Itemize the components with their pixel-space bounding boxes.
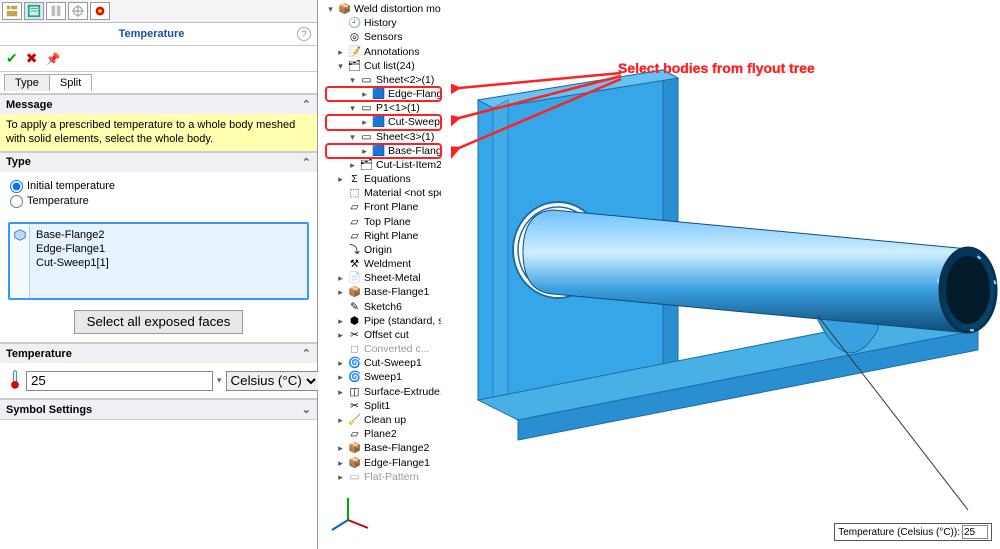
tree-front-plane[interactable]: ▱Front Plane [326, 200, 441, 214]
message-header-label: Message [6, 99, 52, 111]
tree-pipe[interactable]: ▸⬢Pipe (standard, s40) P... [326, 314, 441, 328]
property-manager-panel: Temperature ? ✔ ✖ 📌 Type Split Message ⌃… [0, 0, 318, 549]
graphics-viewport[interactable]: ▾📦Weld distortion model (pi... 🕘History … [318, 0, 1000, 549]
tree-equations[interactable]: ▸ΣEquations [326, 172, 441, 186]
temperature-section: Temperature ⌃ ▾ Celsius (°C) [0, 343, 317, 399]
tree-surface-extrude1[interactable]: ▸◫Surface-Extrude1 [326, 385, 441, 399]
tree-flat-pattern[interactable]: ▸▭Flat-Pattern [326, 470, 441, 484]
chevron-down-icon: ⌄ [302, 403, 311, 416]
select-all-exposed-faces-button[interactable]: Select all exposed faces [74, 310, 244, 334]
tree-plane2[interactable]: ▱Plane2 [326, 427, 441, 441]
tab-feature-tree-icon[interactable] [2, 2, 22, 20]
thermometer-icon [8, 369, 22, 392]
tab-type[interactable]: Type [4, 74, 50, 91]
panel-title-row: Temperature ? [0, 23, 317, 46]
chevron-up-icon: ⌃ [302, 347, 311, 360]
tab-split[interactable]: Split [49, 74, 92, 91]
temperature-unit-select[interactable]: Celsius (°C) [226, 371, 320, 391]
tree-cleanup[interactable]: ▸🧹Clean up [326, 413, 441, 427]
tree-cutlist[interactable]: ▾🗂Cut list(24) [326, 59, 441, 73]
type-header-label: Type [6, 156, 31, 168]
tree-sensors[interactable]: ◎Sensors [326, 30, 441, 44]
callout-label: Temperature (Celsius (°C)): [838, 527, 960, 538]
annotation-text: Select bodies from flyout tree [618, 60, 815, 76]
tree-weldment[interactable]: ⚒Weldment [326, 257, 441, 271]
tree-sheet2[interactable]: ▾▭Sheet<2>(1) [326, 73, 441, 87]
message-section: Message ⌃ To apply a prescribed temperat… [0, 94, 317, 152]
flyout-feature-tree[interactable]: ▾📦Weld distortion model (pi... 🕘History … [326, 2, 441, 484]
tree-top-plane[interactable]: ▱Top Plane [326, 215, 441, 229]
tree-p1[interactable]: ▾▭P1<1>(1) [326, 101, 441, 115]
tree-cut-sweep1[interactable]: ▸🟦Cut-Sweep1[... [326, 115, 441, 129]
tree-split1[interactable]: ✂Split1 [326, 399, 441, 413]
symbol-settings-header[interactable]: Symbol Settings ⌄ [0, 400, 317, 419]
radio-initial-temperature-input[interactable] [10, 180, 23, 193]
tree-cut-list-item2[interactable]: ▸🗂Cut-List-Item2(21) [326, 158, 441, 172]
body-selection-box[interactable]: Base-Flange2 Edge-Flange1 Cut-Sweep1[1] [8, 222, 309, 301]
tree-edgeflange1b[interactable]: ▸📦Edge-Flange1 [326, 456, 441, 470]
radio-temperature-label: Temperature [27, 195, 89, 207]
temperature-callout[interactable]: Temperature (Celsius (°C)): [834, 523, 992, 541]
message-text: To apply a prescribed temperature to a w… [0, 114, 317, 151]
list-item[interactable]: Cut-Sweep1[1] [36, 256, 301, 270]
tree-cutsweep1b[interactable]: ▸🌀Cut-Sweep1 [326, 356, 441, 370]
pushpin-icon[interactable]: 📌 [45, 52, 60, 66]
tree-offset-cut[interactable]: ▸✂Offset cut [326, 328, 441, 342]
tree-sheetmetal[interactable]: ▸📄Sheet-Metal [326, 271, 441, 285]
chevron-up-icon: ⌃ [302, 156, 311, 169]
tree-sketch6[interactable]: ✎Sketch6 [326, 300, 441, 314]
list-item[interactable]: Base-Flange2 [36, 228, 301, 242]
tree-origin[interactable]: ⤵Origin [326, 243, 441, 257]
tree-right-plane[interactable]: ▱Right Plane [326, 229, 441, 243]
temperature-value-input[interactable] [26, 371, 213, 391]
chevron-up-icon: ⌃ [302, 98, 311, 111]
tree-edge-flange1[interactable]: ▸🟦Edge-Flange1 [326, 87, 441, 101]
type-header[interactable]: Type ⌃ [0, 153, 317, 172]
cancel-button[interactable]: ✖ [26, 50, 38, 67]
tab-dimxpert-icon[interactable] [68, 2, 88, 20]
tree-root[interactable]: ▾📦Weld distortion model (pi... [326, 2, 441, 16]
tree-annotations[interactable]: ▸📝Annotations [326, 45, 441, 59]
radio-initial-temperature-label: Initial temperature [27, 180, 115, 192]
symbol-settings-label: Symbol Settings [6, 404, 92, 416]
ok-button[interactable]: ✔ [6, 50, 18, 67]
tree-converted[interactable]: ◻Converted c... [326, 342, 441, 356]
tab-property-manager-icon[interactable] [24, 2, 44, 20]
body-selection-list[interactable]: Base-Flange2 Edge-Flange1 Cut-Sweep1[1] [30, 224, 307, 299]
list-item[interactable]: Edge-Flange1 [36, 242, 301, 256]
ok-cancel-row: ✔ ✖ 📌 [0, 46, 317, 72]
help-icon[interactable]: ? [297, 27, 311, 41]
symbol-settings-section: Symbol Settings ⌄ [0, 399, 317, 420]
tree-base-flange2[interactable]: ▸🟦Base-Flange2 [326, 144, 441, 158]
tree-baseflange2b[interactable]: ▸📦Base-Flange2 [326, 441, 441, 455]
tree-sheet3[interactable]: ▾▭Sheet<3>(1) [326, 130, 441, 144]
tree-history[interactable]: 🕘History [326, 16, 441, 30]
type-section: Type ⌃ Initial temperature Temperature B… [0, 152, 317, 344]
sub-tab-row: Type Split [0, 72, 317, 94]
tree-sweep1[interactable]: ▸🌀Sweep1 [326, 370, 441, 384]
body-icon [10, 224, 30, 299]
callout-value-input[interactable] [962, 525, 988, 539]
tab-strip [0, 0, 317, 23]
panel-title: Temperature [6, 28, 297, 40]
radio-temperature-input[interactable] [10, 195, 23, 208]
message-header[interactable]: Message ⌃ [0, 95, 317, 114]
tree-baseflange1[interactable]: ▸📦Base-Flange1 [326, 285, 441, 299]
tab-display-manager-icon[interactable] [90, 2, 110, 20]
temperature-header[interactable]: Temperature ⌃ [0, 344, 317, 363]
tree-material[interactable]: ⬚Material <not specifi... [326, 186, 441, 200]
radio-initial-temperature[interactable]: Initial temperature [10, 180, 307, 193]
radio-temperature[interactable]: Temperature [10, 195, 307, 208]
temperature-header-label: Temperature [6, 348, 72, 360]
tab-config-manager-icon[interactable] [46, 2, 66, 20]
